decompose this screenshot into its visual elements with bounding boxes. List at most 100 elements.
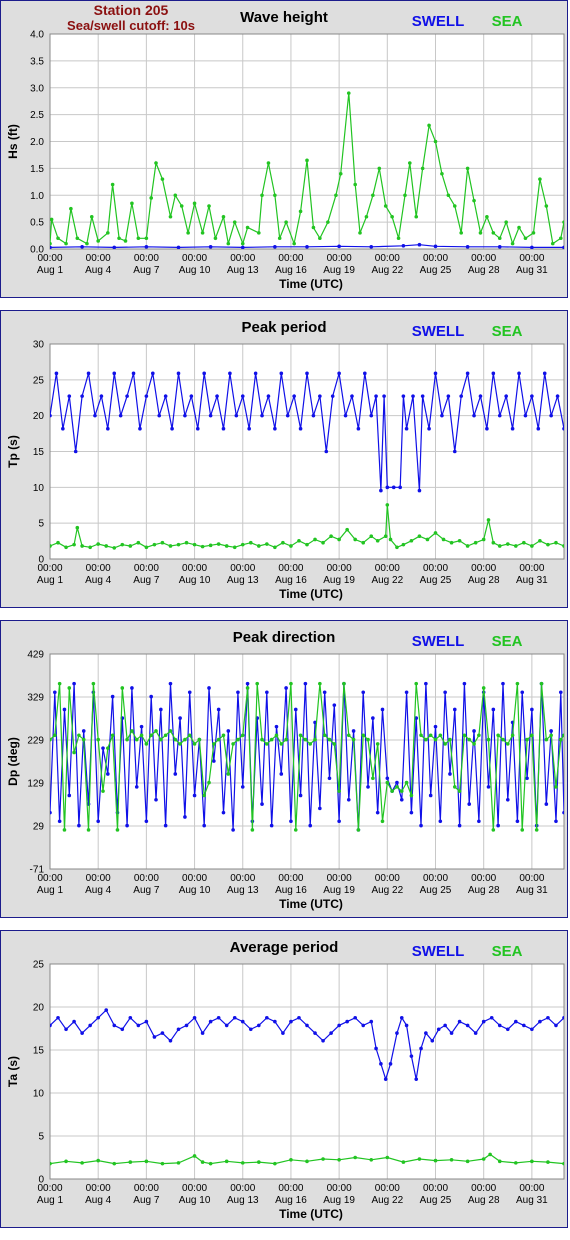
legend-sea: SEA bbox=[492, 323, 523, 340]
data-point-swell bbox=[136, 1023, 141, 1028]
peak-period-panel: Peak period SWELL SEA 0 5 10 15 20 25 30 00:00 Aug … bbox=[0, 310, 568, 608]
data-point-sea bbox=[160, 540, 165, 545]
data-point-sea bbox=[144, 236, 149, 241]
data-point-swell bbox=[99, 394, 104, 398]
data-point-swell bbox=[53, 690, 57, 695]
data-point-swell bbox=[321, 1038, 325, 1043]
data-point-sea bbox=[321, 540, 325, 545]
data-point-sea bbox=[497, 236, 502, 241]
x-tick-time: 00:00 bbox=[375, 563, 400, 574]
data-point-swell bbox=[433, 244, 438, 249]
data-point-sea bbox=[399, 789, 404, 793]
data-point-sea bbox=[160, 1161, 165, 1166]
x-tick-time: 00:00 bbox=[278, 1183, 303, 1194]
data-point-swell bbox=[308, 823, 313, 828]
x-tick-time: 00:00 bbox=[327, 253, 352, 264]
data-point-sea bbox=[207, 204, 211, 208]
data-point-sea bbox=[115, 828, 120, 832]
data-point-sea bbox=[433, 139, 438, 144]
x-tick-date: Aug 4 bbox=[85, 265, 112, 276]
data-point-swell bbox=[318, 806, 322, 811]
data-point-swell bbox=[50, 1023, 52, 1028]
x-tick-time: 00:00 bbox=[182, 1183, 207, 1194]
data-point-swell bbox=[324, 449, 329, 454]
data-point-sea bbox=[106, 231, 110, 235]
data-point-sea bbox=[289, 1158, 293, 1162]
data-point-swell bbox=[281, 1031, 285, 1035]
data-point-swell bbox=[542, 371, 547, 376]
data-point-swell bbox=[404, 426, 409, 431]
data-point-swell bbox=[112, 245, 117, 249]
data-point-sea bbox=[279, 742, 284, 746]
data-point-swell bbox=[139, 724, 144, 729]
data-point-swell bbox=[497, 1023, 502, 1028]
data-point-sea bbox=[187, 733, 192, 738]
data-point-swell bbox=[510, 426, 515, 431]
data-point-sea bbox=[554, 785, 558, 789]
data-point-sea bbox=[231, 742, 235, 746]
data-point-sea bbox=[433, 737, 438, 742]
y-tick-label: 5 bbox=[38, 1132, 44, 1143]
data-point-sea bbox=[50, 544, 52, 548]
data-point-sea bbox=[375, 742, 380, 746]
y-axis-label: Hs (ft) bbox=[6, 124, 20, 159]
y-axis-label: Tp (s) bbox=[6, 435, 20, 468]
data-point-sea bbox=[69, 206, 73, 211]
data-point-swell bbox=[417, 488, 422, 493]
data-point-swell bbox=[240, 245, 245, 249]
x-tick-date: Aug 22 bbox=[371, 885, 403, 896]
data-point-sea bbox=[562, 733, 564, 738]
x-tick-date: Aug 28 bbox=[468, 885, 500, 896]
x-tick-date: Aug 7 bbox=[133, 575, 160, 586]
data-point-swell bbox=[96, 819, 100, 824]
data-point-swell bbox=[467, 802, 472, 806]
y-tick-label: 10 bbox=[33, 483, 45, 494]
data-point-sea bbox=[481, 1157, 486, 1161]
data-point-swell bbox=[305, 1023, 309, 1028]
peak-period-chart: Peak period SWELL SEA05101520253000:00Aug … bbox=[6, 319, 565, 601]
data-point-sea bbox=[452, 785, 457, 789]
data-point-sea bbox=[457, 789, 462, 793]
data-point-sea bbox=[96, 239, 100, 243]
data-point-sea bbox=[112, 1161, 117, 1166]
data-point-swell bbox=[395, 1031, 399, 1035]
data-point-sea bbox=[361, 540, 366, 545]
data-point-sea bbox=[273, 545, 277, 550]
data-point-swell bbox=[361, 690, 366, 695]
data-point-swell bbox=[240, 1019, 245, 1024]
data-point-swell bbox=[293, 707, 298, 712]
data-point-swell bbox=[67, 793, 72, 798]
x-tick-date: Aug 16 bbox=[275, 265, 307, 276]
data-point-sea bbox=[273, 1161, 277, 1166]
y-tick-label: 2.0 bbox=[30, 137, 44, 148]
data-point-sea bbox=[53, 733, 57, 738]
data-point-swell bbox=[457, 823, 462, 828]
data-point-swell bbox=[289, 819, 293, 824]
data-point-sea bbox=[232, 220, 237, 224]
data-point-sea bbox=[457, 538, 462, 543]
data-point-sea bbox=[472, 742, 476, 746]
data-point-swell bbox=[128, 1015, 133, 1020]
x-tick-date: Aug 22 bbox=[371, 575, 403, 586]
data-point-sea bbox=[510, 241, 515, 246]
data-point-sea bbox=[530, 1159, 534, 1164]
data-point-sea bbox=[427, 123, 431, 128]
data-point-sea bbox=[221, 214, 226, 219]
x-tick-time: 00:00 bbox=[86, 873, 111, 884]
data-point-swell bbox=[57, 819, 62, 824]
data-point-swell bbox=[424, 1031, 428, 1035]
x-axis-label: Time (UTC) bbox=[279, 587, 343, 601]
data-point-sea bbox=[144, 545, 149, 550]
data-point-sea bbox=[184, 540, 189, 545]
data-point-sea bbox=[446, 193, 451, 198]
data-point-swell bbox=[546, 1015, 550, 1020]
data-point-sea bbox=[510, 733, 515, 738]
data-point-swell bbox=[497, 413, 502, 418]
data-point-sea bbox=[383, 204, 388, 208]
x-tick-date: Aug 16 bbox=[275, 885, 307, 896]
data-point-sea bbox=[334, 193, 338, 198]
data-point-swell bbox=[226, 729, 231, 733]
x-tick-date: Aug 7 bbox=[133, 885, 160, 896]
y-tick-label: 15 bbox=[33, 1046, 45, 1057]
peak-direction-panel: Peak direction SWELL SEA -71 29 129 229 329 429 0… bbox=[0, 620, 568, 918]
